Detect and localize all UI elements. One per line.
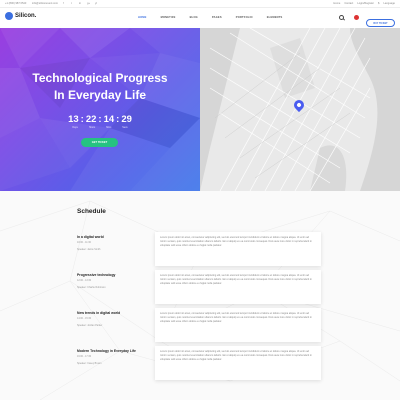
facebook-icon[interactable]: f [63, 2, 66, 5]
countdown-separator: : [116, 114, 120, 125]
countdown-label-hours: Hours [88, 126, 96, 129]
phone-number[interactable]: +1 (800) 987 6543 [5, 2, 26, 5]
schedule-item-description: Lorem ipsum dolor sit amet, consectetur … [155, 346, 321, 380]
countdown-days: 13 [68, 114, 79, 125]
twitter-icon[interactable]: t [71, 2, 74, 5]
schedule-item-title[interactable]: In a digital world [77, 235, 104, 239]
search-icon[interactable] [339, 15, 344, 20]
logo-icon [5, 12, 13, 20]
hero-section: Technological Progress In Everyday Life … [0, 28, 200, 191]
social-links: f t in g+ yt [63, 2, 98, 5]
top-link-contact[interactable]: Contact [344, 2, 353, 5]
schedule-item-speaker: Speaker: Jamie Smith [77, 248, 101, 251]
googleplus-icon[interactable]: g+ [87, 2, 90, 5]
location-map[interactable] [200, 28, 400, 191]
schedule-item: New trends in digital world 14:00 - 15:3… [77, 308, 327, 346]
schedule-item-description: Lorem ipsum dolor sit amet, consectetur … [155, 308, 321, 342]
countdown-timer: 13 : 22 : 14 : 29 [0, 114, 200, 125]
get-ticket-button[interactable]: GET TICKET [81, 138, 118, 147]
schedule-item-speaker: Speaker: Charlie Robinson [77, 286, 106, 289]
schedule-item-speaker: Speaker: Casey Brown [77, 362, 102, 365]
main-header: Silicon. HOME MONETIZE BLOG PAGES PORTFO… [0, 8, 400, 28]
countdown-labels: Days Hours Mins Secs [0, 126, 200, 129]
schedule-item-time: 12:00 - 13:30 [77, 278, 92, 282]
nav-item-home[interactable]: HOME [138, 16, 147, 19]
buy-ticket-button[interactable]: BUY TICKET [366, 19, 395, 27]
hero-title: Technological Progress In Everyday Life [0, 70, 200, 104]
schedule-item: In a digital world 10:00 - 11:30 Speaker… [77, 232, 327, 270]
top-bar: +1 (800) 987 6543 info@siliconevent.com … [0, 0, 400, 8]
nav-item-elements[interactable]: ELEMENTS [267, 16, 283, 19]
schedule-item-title[interactable]: Progressive technology [77, 273, 115, 277]
nav-item-blog[interactable]: BLOG [190, 16, 198, 19]
linkedin-icon[interactable]: in [79, 2, 82, 5]
schedule-title: Schedule [77, 208, 106, 215]
top-links: Home Contact Login/Register $ Language [333, 2, 395, 5]
nav-item-monetize[interactable]: MONETIZE [161, 16, 176, 19]
countdown-separator: : [80, 114, 84, 125]
schedule-item-description: Lorem ipsum dolor sit amet, consectetur … [155, 270, 321, 304]
logo[interactable]: Silicon. [5, 12, 36, 20]
logo-text: Silicon. [15, 13, 37, 19]
top-link-home[interactable]: Home [333, 2, 340, 5]
polygon-background [0, 28, 200, 191]
hero-title-line1: Technological Progress [32, 71, 168, 85]
nav-item-portfolio[interactable]: PORTFOLIO [236, 16, 253, 19]
schedule-item: Modern Technology in Everyday Life 16:00… [77, 346, 327, 384]
top-link-currency[interactable]: $ [378, 2, 379, 5]
hero-title-line2: In Everyday Life [53, 88, 147, 102]
countdown-label-mins: Mins [106, 126, 112, 129]
youtube-icon[interactable]: yt [95, 2, 98, 5]
email-link[interactable]: info@siliconevent.com [32, 2, 58, 5]
schedule-item-time: 14:00 - 15:30 [77, 316, 92, 320]
top-link-language[interactable]: Language [383, 2, 395, 5]
language-flag-icon[interactable] [354, 15, 359, 20]
schedule-list: In a digital world 10:00 - 11:30 Speaker… [77, 232, 327, 384]
nav-item-pages[interactable]: PAGES [212, 16, 222, 19]
schedule-item-description: Lorem ipsum dolor sit amet, consectetur … [155, 232, 321, 266]
schedule-item-title[interactable]: Modern Technology in Everyday Life [77, 349, 136, 353]
countdown-seconds: 29 [121, 114, 132, 125]
schedule-item: Progressive technology 12:00 - 13:30 Spe… [77, 270, 327, 308]
main-nav: HOME MONETIZE BLOG PAGES PORTFOLIO ELEME… [138, 16, 282, 19]
countdown-separator: : [98, 114, 102, 125]
countdown-minutes: 14 [103, 114, 115, 125]
top-link-login[interactable]: Login/Register [357, 2, 374, 5]
countdown-label-days: Days [72, 126, 78, 129]
schedule-item-time: 10:00 - 11:30 [77, 240, 91, 244]
schedule-item-speaker: Speaker: Jordan Parker [77, 324, 103, 327]
schedule-item-time: 16:00 - 17:30 [77, 354, 92, 358]
countdown-hours: 22 [85, 114, 97, 125]
schedule-item-title[interactable]: New trends in digital world [77, 311, 120, 315]
countdown-label-secs: Secs [122, 126, 128, 129]
